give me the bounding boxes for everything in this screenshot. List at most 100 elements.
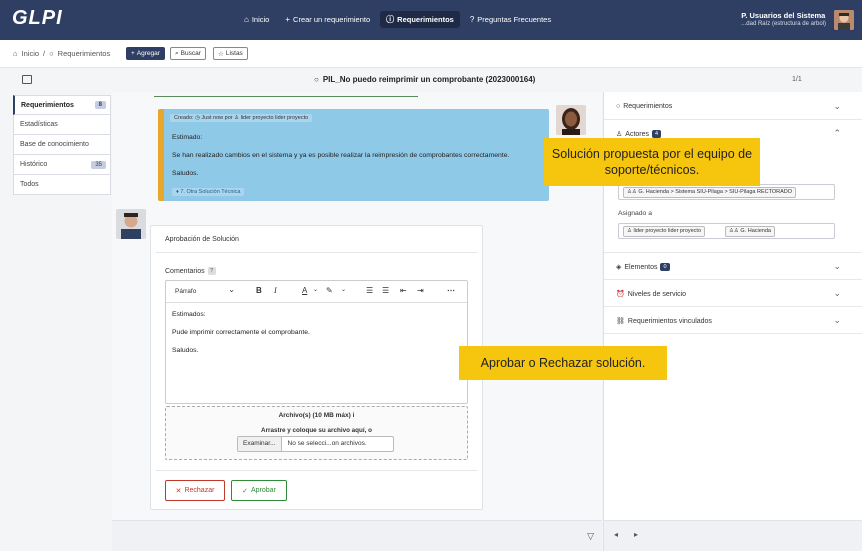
approval-title: Aprobación de Solución xyxy=(165,236,239,243)
timeline: Creado: ◷ Just now por ♙ lider proyecto … xyxy=(112,92,602,520)
sidebar-item-label: Base de conocimiento xyxy=(20,141,89,148)
approve-button-label: Aprobar xyxy=(250,487,276,494)
chevron-down-icon[interactable]: ⌄ xyxy=(833,288,841,299)
section-label[interactable]: ♙ Actores 4 xyxy=(616,130,662,138)
solution-item: Creado: ◷ Just now por ♙ lider proyecto … xyxy=(158,109,549,201)
arrow-left-icon[interactable]: ◂ xyxy=(614,530,618,539)
sidebar-item-history[interactable]: Histórico 35 xyxy=(13,155,111,175)
file-dropzone[interactable]: Archivo(s) (10 MB máx) i Arrastre y colo… xyxy=(165,406,468,460)
outdent-icon[interactable]: ⇤ xyxy=(400,286,407,295)
more-icon[interactable]: ⋯ xyxy=(447,286,455,295)
toggle-panel-icon[interactable] xyxy=(22,75,32,84)
breadcrumb-current[interactable]: Requerimientos xyxy=(58,49,111,58)
chevron-down-icon[interactable]: ⌄ xyxy=(341,286,346,293)
sidebar-item-label: Requerimientos xyxy=(21,101,74,109)
sidebar-item-knowledge-base[interactable]: Base de conocimiento xyxy=(13,135,111,155)
lists-button[interactable]: ☆ Listas xyxy=(213,47,248,60)
section-items-label: Elementos xyxy=(624,263,658,271)
comment-editor[interactable]: Párrafo B I A ⌄ ✎ ⌄ ☰ ☰ ⇤ ⇥ ⋯ Estimados:… xyxy=(165,280,468,404)
requester-avatar xyxy=(116,209,146,239)
indent-icon[interactable]: ⇥ xyxy=(417,286,424,295)
assigned-label: Asignado a xyxy=(618,210,653,217)
info-icon[interactable]: i xyxy=(353,412,355,419)
approve-button[interactable]: ✓ Aprobar xyxy=(231,480,287,501)
search-icon: ⌕ xyxy=(175,49,179,57)
user-menu[interactable]: P. Usuarios del Sistema ...dad Raíz (est… xyxy=(741,11,826,27)
file-input[interactable]: Examinar... No se selecci...on archivos. xyxy=(237,436,394,452)
technician-avatar xyxy=(556,105,586,135)
solution-type-tag: ♦ 7. Otra Solución Técnica xyxy=(172,188,245,196)
assigned-field[interactable]: ♙ lider proyecto lider proyecto ♙♙ G. Ha… xyxy=(618,223,835,239)
sidebar-item-statistics[interactable]: Estadísticas xyxy=(13,115,111,135)
link-icon: ⛓ xyxy=(616,318,625,325)
user-avatar[interactable] xyxy=(834,10,854,30)
editor-line: Saludos. xyxy=(172,347,199,354)
nav-faq[interactable]: ? Preguntas Frecuentes xyxy=(464,11,557,28)
nav-tickets-label: Requerimientos xyxy=(397,15,454,24)
alert-circle-icon: ○ xyxy=(49,49,54,58)
reject-button[interactable]: ✕ Rechazar xyxy=(165,480,225,501)
chevron-down-icon[interactable]: ⌄ xyxy=(833,315,841,326)
ticket-title-text: PIL_No puedo reimprimir un comprobante (… xyxy=(322,75,536,84)
paragraph-format-select[interactable]: Párrafo xyxy=(170,285,238,298)
divider xyxy=(156,470,478,471)
alarm-icon: ⏰ xyxy=(616,291,625,298)
add-button[interactable]: + Agregar xyxy=(126,47,165,60)
count-badge: 0 xyxy=(660,263,670,271)
filter-icon[interactable]: ▽ xyxy=(587,531,594,542)
section-linked-label: Requerimientos vinculados xyxy=(627,317,712,325)
section-label: ⏰ Niveles de servicio xyxy=(616,290,686,299)
home-icon: ⌂ xyxy=(244,15,249,24)
editor-content[interactable]: Estimados: Pude imprimir correctamente e… xyxy=(172,311,310,365)
nav-home[interactable]: ⌂ Inicio xyxy=(238,11,275,28)
text-color-icon[interactable]: A xyxy=(302,286,307,295)
bullet-list-icon[interactable]: ☰ xyxy=(366,286,373,295)
top-navbar: GLPI ⌂ Inicio + Crear un requerimiento ⓘ… xyxy=(0,0,862,40)
bold-icon[interactable]: B xyxy=(256,286,262,295)
chevron-up-icon[interactable]: ⌃ xyxy=(833,128,841,139)
section-label: ⛓ Requerimientos vinculados xyxy=(616,317,712,326)
section-actors-label: Actores xyxy=(625,130,650,138)
alert-circle-icon: ○ xyxy=(616,103,621,110)
assigned-tag[interactable]: ♙ lider proyecto lider proyecto xyxy=(623,226,706,237)
ticket-title: ○ PIL_No puedo reimprimir un comprobante… xyxy=(314,75,535,84)
section-ticket[interactable]: ○ Requerimientos ⌄ xyxy=(604,93,862,120)
search-button[interactable]: ⌕ Buscar xyxy=(170,47,206,60)
observer-tag[interactable]: ♙♙ G. Hacienda > Sistema SIU-Pilaga > SI… xyxy=(623,187,797,198)
nav-tickets[interactable]: ⓘ Requerimientos xyxy=(380,11,460,28)
chevron-down-icon[interactable]: ⌄ xyxy=(833,101,841,112)
numbered-list-icon[interactable]: ☰ xyxy=(382,286,389,295)
selected-file-name: No se selecci...on archivos. xyxy=(287,440,367,447)
breadcrumb-separator: / xyxy=(43,49,46,58)
help-icon[interactable]: ? xyxy=(207,267,216,275)
assigned-tag[interactable]: ♙♙ G. Hacienda xyxy=(725,226,775,237)
sidebar-item-tickets[interactable]: Requerimientos 8 xyxy=(13,95,111,115)
section-ticket-label: Requerimientos xyxy=(623,103,673,110)
timeline-footer: ▽ xyxy=(112,520,602,551)
package-icon: ◈ xyxy=(616,264,622,271)
italic-icon[interactable]: I xyxy=(274,286,277,295)
breadcrumb-home[interactable]: Inicio xyxy=(22,49,40,58)
close-icon: ✕ xyxy=(175,487,182,495)
section-items[interactable]: ◈ Elementos 0 ⌄ xyxy=(604,253,862,280)
count-badge: 4 xyxy=(652,130,662,138)
section-linked-tickets[interactable]: ⛓ Requerimientos vinculados ⌄ xyxy=(604,307,862,334)
section-label: ○ Requerimientos xyxy=(616,103,672,110)
section-sla[interactable]: ⏰ Niveles de servicio ⌄ xyxy=(604,280,862,307)
browse-button[interactable]: Examinar... xyxy=(238,437,282,451)
highlight-icon[interactable]: ✎ xyxy=(326,286,333,295)
user-entity: ...dad Raíz (estructura de arbol) xyxy=(741,21,826,27)
solution-approval-form: Aprobación de Solución Comentarios ? Pár… xyxy=(150,225,483,510)
nav-create-ticket[interactable]: + Crear un requerimiento xyxy=(279,11,376,28)
user-name: P. Usuarios del Sistema xyxy=(741,11,826,20)
arrow-right-icon[interactable]: ▸ xyxy=(634,530,638,539)
solution-line: Estimado: xyxy=(172,134,203,141)
glpi-logo[interactable]: GLPI xyxy=(12,7,63,30)
solution-line: Se han realizado cambios en el sistema y… xyxy=(172,152,510,159)
chevron-down-icon[interactable]: ⌄ xyxy=(833,261,841,272)
sidebar-item-all[interactable]: Todos xyxy=(13,175,111,195)
observer-field[interactable]: ♙♙ G. Hacienda > Sistema SIU-Pilaga > SI… xyxy=(618,184,835,200)
breadcrumb-bar: ⌂ Inicio / ○ Requerimientos + Agregar ⌕ … xyxy=(0,40,862,68)
chevron-down-icon[interactable]: ⌄ xyxy=(313,286,318,293)
add-button-label: Agregar xyxy=(136,50,160,57)
